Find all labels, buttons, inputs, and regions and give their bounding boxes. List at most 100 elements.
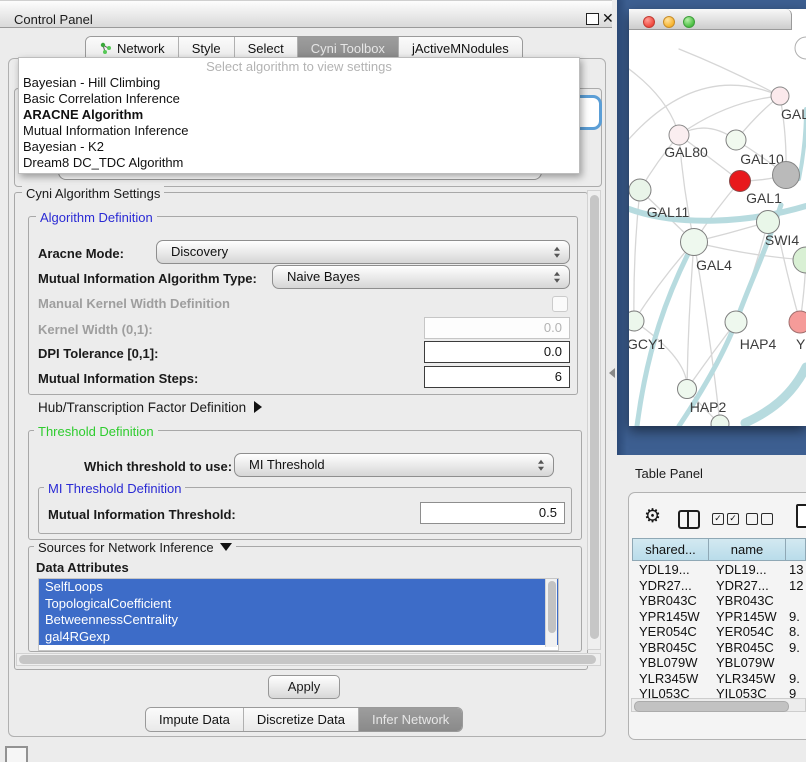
sources-legend[interactable]: Sources for Network Inference: [34, 540, 236, 555]
network-node-y[interactable]: [789, 311, 806, 333]
network-node[interactable]: [793, 247, 806, 273]
network-node-gal4[interactable]: [681, 229, 708, 256]
which-threshold-value: MI Threshold: [249, 457, 325, 472]
settings-horizontal-scrollbar[interactable]: [16, 653, 601, 666]
spinner-arrows-icon: [554, 272, 560, 283]
aracne-mode-label: Aracne Mode:: [38, 246, 124, 261]
table-cell: YBL079W: [632, 655, 709, 671]
mi-steps-input[interactable]: 6: [424, 366, 570, 388]
table-row[interactable]: YER054CYER054C8.: [632, 624, 806, 640]
column-header-name[interactable]: name: [709, 538, 786, 561]
bottom-tab-discretize-data[interactable]: Discretize Data: [243, 708, 358, 731]
mi-type-combo[interactable]: Naive Bayes: [272, 265, 570, 289]
table-cell: 9.: [786, 609, 806, 625]
checked-columns-icon[interactable]: ✓ ✓: [712, 513, 739, 525]
node-label-gal1: GAL1: [746, 190, 782, 206]
dropdown-item-aracne-algorithm[interactable]: ARACNE Algorithm: [19, 107, 579, 123]
network-node[interactable]: [711, 415, 729, 426]
unchecked-columns-icon[interactable]: [746, 513, 773, 525]
network-node-gal1[interactable]: [730, 171, 751, 192]
columns-icon[interactable]: [678, 510, 700, 529]
node-label-hap2: HAP2: [690, 399, 727, 415]
algorithm-definition-legend: Algorithm Definition: [36, 210, 157, 225]
gear-icon[interactable]: ⚙: [644, 505, 661, 528]
table-horizontal-scrollbar-thumb[interactable]: [634, 701, 789, 712]
close-icon[interactable]: ✕: [602, 10, 614, 27]
aracne-mode-combo[interactable]: Discovery: [156, 240, 570, 264]
mac-zoom-button[interactable]: [683, 16, 695, 28]
attribute-item-gal4rgexp[interactable]: gal4RGexp: [39, 629, 558, 646]
settings-horizontal-scrollbar-thumb[interactable]: [19, 655, 596, 664]
network-edge: [679, 49, 780, 96]
node-label-gal: GAL: [781, 106, 806, 122]
which-threshold-label: Which threshold to use:: [84, 459, 232, 474]
attribute-item-selfloops[interactable]: SelfLoops: [39, 579, 558, 596]
mi-threshold-input[interactable]: 0.5: [420, 502, 565, 524]
network-node-gal80[interactable]: [669, 125, 689, 145]
dropdown-item-bayesian-k2[interactable]: Bayesian - K2: [19, 139, 579, 155]
network-canvas[interactable]: GALGAL80GAL10GAL1GAL11SWI4GAL4GCY1HAP4YH…: [629, 9, 806, 426]
node-label-gal11: GAL11: [647, 204, 690, 220]
table-row[interactable]: YBR045CYBR045C9.: [632, 640, 806, 656]
settings-vertical-scrollbar[interactable]: [587, 190, 601, 650]
network-node[interactable]: [795, 37, 806, 59]
bottom-tab-infer-network[interactable]: Infer Network: [358, 708, 462, 731]
network-node-gcy1[interactable]: [629, 311, 644, 331]
which-threshold-combo[interactable]: MI Threshold: [234, 453, 554, 477]
table-cell: [786, 655, 806, 671]
hub-definition-toggle[interactable]: Hub/Transcription Factor Definition: [38, 400, 262, 415]
bottom-tab-impute-data[interactable]: Impute Data: [146, 708, 243, 731]
dropdown-item-bayesian-hill-climbing[interactable]: Bayesian - Hill Climbing: [19, 75, 579, 91]
table-row[interactable]: YBR043CYBR043C: [632, 593, 806, 609]
attributes-scrollbar-thumb[interactable]: [548, 581, 556, 633]
settings-vertical-scrollbar-thumb[interactable]: [590, 195, 599, 639]
network-node[interactable]: [773, 162, 800, 189]
attribute-item-topologicalcoefficient[interactable]: TopologicalCoefficient: [39, 596, 558, 613]
expanded-arrow-icon: [220, 543, 232, 551]
manual-kernel-checkbox[interactable]: [552, 296, 568, 312]
dropdown-item-mutual-information-inference[interactable]: Mutual Information Inference: [19, 123, 579, 139]
dropdown-placeholder: Select algorithm to view settings: [19, 59, 579, 75]
network-node-hap2[interactable]: [678, 380, 697, 399]
manual-kernel-label: Manual Kernel Width Definition: [38, 296, 230, 311]
attributes-scrollbar[interactable]: [545, 579, 557, 647]
network-node-gal[interactable]: [771, 87, 789, 105]
node-label-swi4: SWI4: [765, 232, 799, 248]
column-header-partial[interactable]: [786, 538, 806, 561]
kernel-width-input[interactable]: 0.0: [424, 317, 570, 339]
tab-label: jActiveMNodules: [412, 41, 509, 56]
table-cell: YDL19...: [632, 562, 709, 578]
mac-minimize-button[interactable]: [663, 16, 675, 28]
document-icon[interactable]: [796, 504, 806, 528]
dock-handle[interactable]: [5, 746, 28, 762]
attribute-item-betweennesscentrality[interactable]: BetweennessCentrality: [39, 612, 558, 629]
network-node-hap4[interactable]: [725, 311, 747, 333]
spinner-arrows-icon: [554, 247, 560, 258]
node-label-gcy1: GCY1: [629, 336, 665, 352]
dropdown-item-dream8-dc-tdc-algorithm[interactable]: Dream8 DC_TDC Algorithm: [19, 155, 579, 171]
float-window-icon[interactable]: [586, 13, 599, 25]
tab-label: Style: [192, 41, 221, 56]
network-edge: [629, 85, 780, 139]
network-edge: [779, 237, 800, 322]
apply-button[interactable]: Apply: [268, 675, 340, 699]
dropdown-item-basic-correlation-inference[interactable]: Basic Correlation Inference: [19, 91, 579, 107]
network-node-gal11[interactable]: [629, 179, 651, 201]
collapsed-arrow-icon: [254, 401, 262, 413]
table-horizontal-scrollbar[interactable]: [631, 698, 806, 712]
table-row[interactable]: YBL079WYBL079W: [632, 655, 806, 671]
table-row[interactable]: YLR345WYLR345W9.: [632, 671, 806, 687]
splitter-collapse-icon[interactable]: [609, 368, 615, 378]
table-row[interactable]: YDR27...YDR27...12: [632, 578, 806, 594]
dpi-tolerance-input[interactable]: 0.0: [424, 341, 570, 363]
column-header-shared[interactable]: shared...: [632, 538, 709, 561]
table-row[interactable]: YPR145WYPR145W9.: [632, 609, 806, 625]
network-window-titlebar[interactable]: [629, 9, 792, 30]
table-row[interactable]: YDL19...YDL19...13: [632, 562, 806, 578]
mi-type-label: Mutual Information Algorithm Type:: [38, 271, 257, 286]
node-label-gal80: GAL80: [664, 144, 708, 160]
mac-close-button[interactable]: [643, 16, 655, 28]
network-node-gal10[interactable]: [726, 130, 746, 150]
table-cell: 9.: [786, 640, 806, 656]
network-node-swi4[interactable]: [757, 211, 780, 234]
